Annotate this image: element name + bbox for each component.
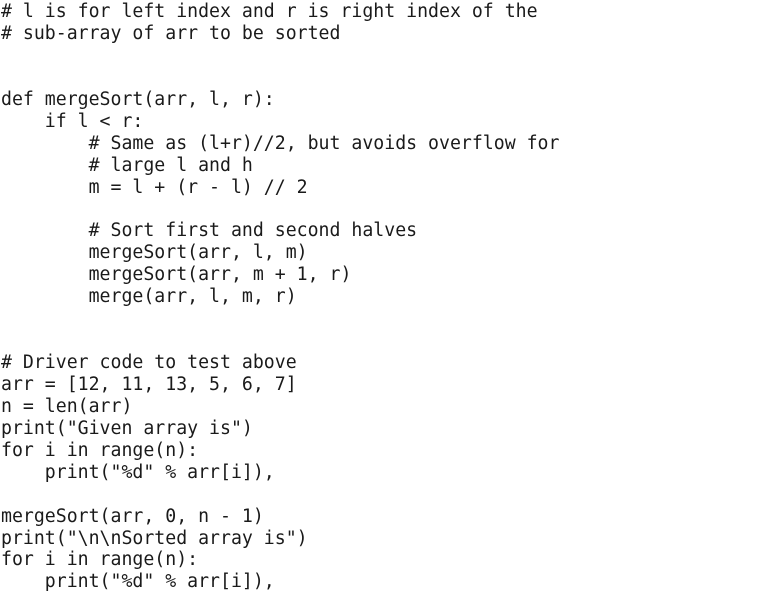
code-line-21: for i in range(n): (1, 439, 199, 461)
code-line-24: mergeSort(arr, 0, n - 1) (1, 505, 264, 527)
code-line-9: m = l + (r - l) // 2 (1, 176, 308, 198)
code-line-25: print("\n\nSorted array is") (1, 527, 308, 549)
code-line-12: mergeSort(arr, l, m) (1, 242, 308, 264)
code-block[interactable]: # l is for left index and r is right ind… (1, 1, 559, 593)
code-line-18: arr = [12, 11, 13, 5, 6, 7] (1, 373, 297, 395)
code-line-22: print("%d" % arr[i]), (1, 461, 275, 483)
code-line-11: # Sort first and second halves (1, 220, 418, 242)
code-editor[interactable]: # l is for left index and r is right ind… (0, 0, 782, 597)
code-line-5: def mergeSort(arr, l, r): (1, 88, 275, 110)
code-line-19: n = len(arr) (1, 395, 133, 417)
code-line-7: # Same as (l+r)//2, but avoids overflow … (1, 132, 560, 154)
code-line-17: # Driver code to test above (1, 352, 297, 373)
code-line-20: print("Given array is") (1, 417, 253, 439)
code-line-2: # sub-array of arr to be sorted (1, 22, 341, 44)
code-line-8: # large l and h (1, 154, 253, 176)
code-line-26: for i in range(n): (1, 549, 199, 571)
code-line-14: merge(arr, l, m, r) (1, 286, 297, 308)
code-line-6: if l < r: (1, 110, 144, 132)
code-line-27: print("%d" % arr[i]), (1, 571, 275, 593)
code-line-13: mergeSort(arr, m + 1, r) (1, 264, 352, 286)
code-line-1: # l is for left index and r is right ind… (1, 1, 538, 22)
